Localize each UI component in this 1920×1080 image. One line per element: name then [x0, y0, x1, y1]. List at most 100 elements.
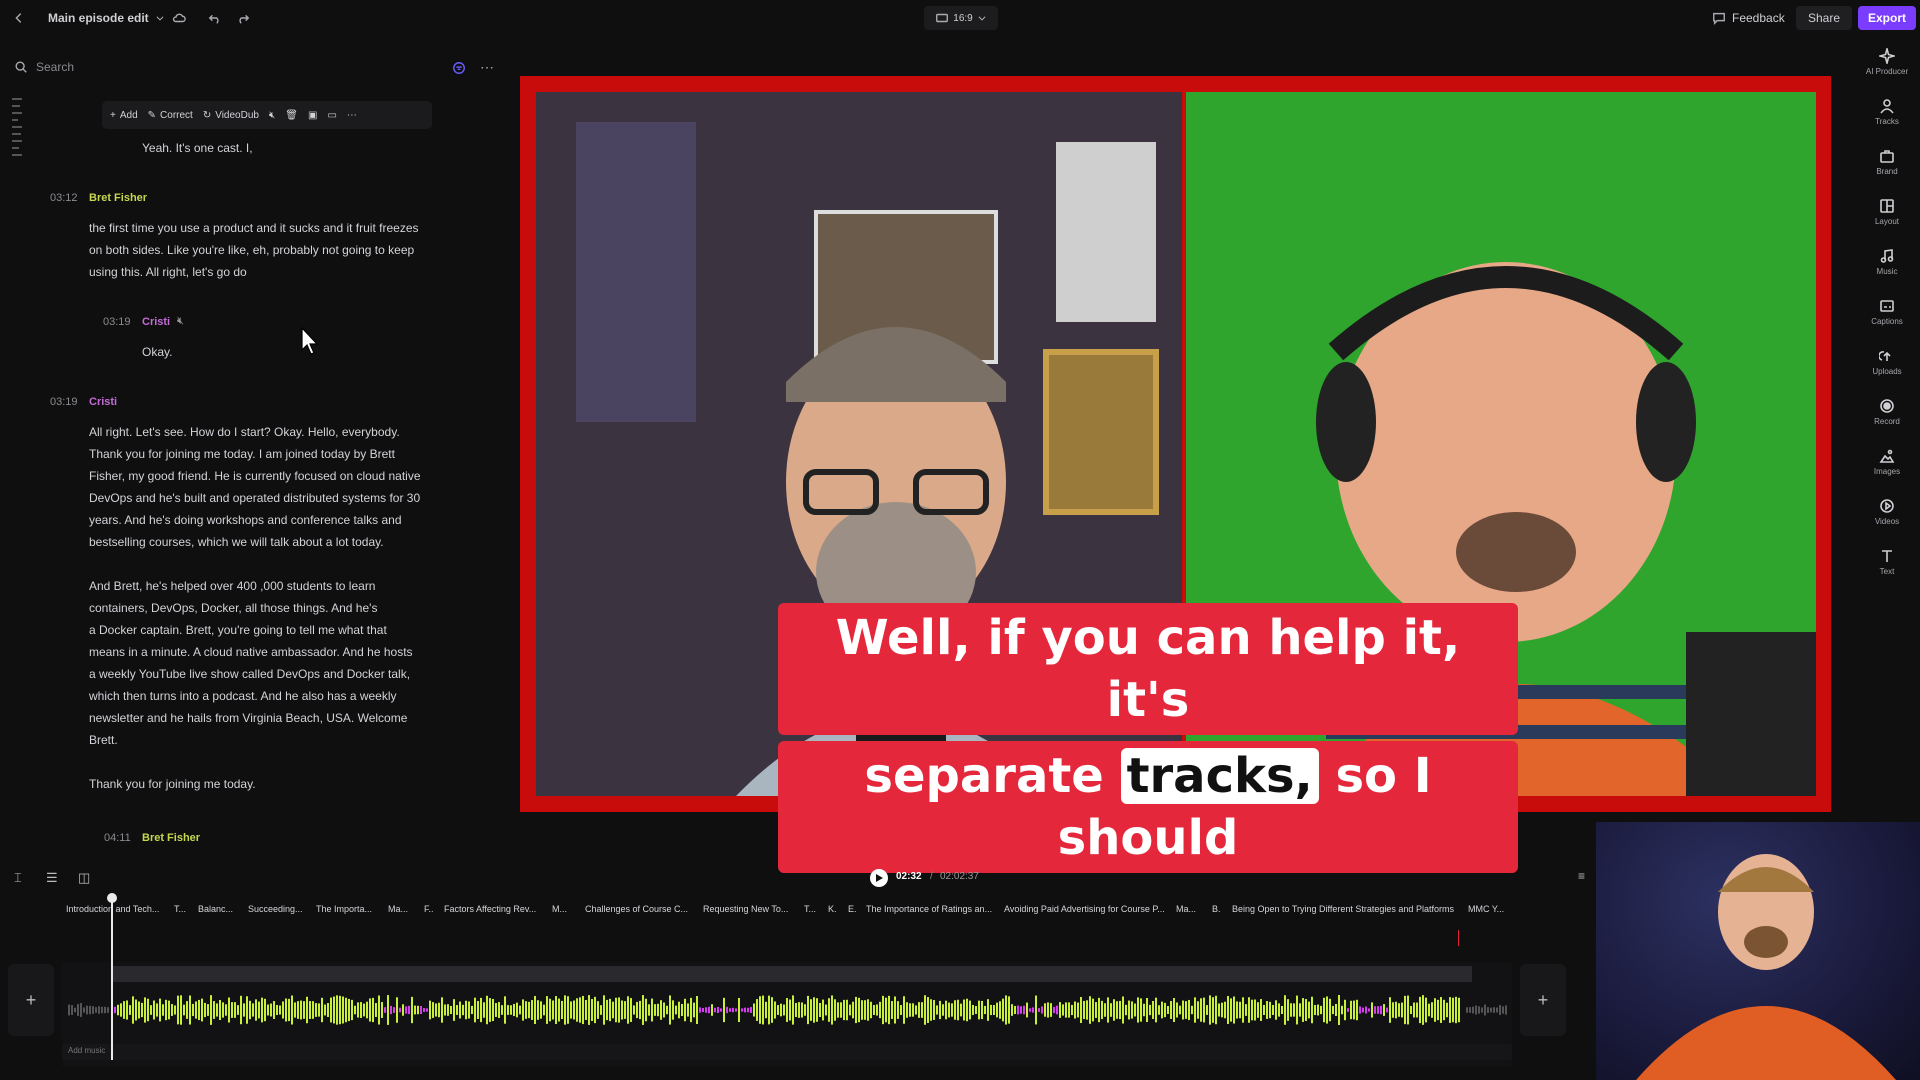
more-options-button[interactable]: ⋯: [480, 60, 494, 74]
split-view-button[interactable]: ⌶: [14, 870, 22, 886]
rail-music[interactable]: Music: [1862, 248, 1912, 276]
feedback-button[interactable]: Feedback: [1712, 6, 1785, 30]
muted-speaker-icon[interactable]: 🔇︎: [177, 315, 184, 328]
waveform-bar: [1374, 1006, 1376, 1014]
caption-overlay[interactable]: Well, if you can help it, it's separate …: [778, 603, 1518, 873]
waveform-bar: [486, 995, 488, 1025]
rail-ai-producer[interactable]: AI Producer: [1862, 48, 1912, 76]
waveform-bar: [447, 1004, 449, 1016]
chapter-marker[interactable]: Being Open to Trying Different Strategie…: [1232, 904, 1454, 914]
aspect-ratio-dropdown[interactable]: 16:9: [924, 6, 998, 30]
correct-button[interactable]: ✎ Correct: [148, 110, 193, 121]
segment-timestamp[interactable]: 03:12: [50, 192, 78, 204]
transcript-segment-text[interactable]: the first time you use a product and it …: [89, 217, 459, 283]
transcript-segment-text[interactable]: Okay.: [142, 341, 512, 363]
filter-button[interactable]: [452, 61, 466, 80]
waveform-bar: [1008, 996, 1010, 1024]
rail-record[interactable]: Record: [1862, 398, 1912, 426]
media-button[interactable]: ▣: [308, 110, 317, 121]
chapter-marker[interactable]: Ma...: [388, 904, 408, 914]
chapter-marker[interactable]: Succeeding...: [248, 904, 303, 914]
rail-text[interactable]: Text: [1862, 548, 1912, 576]
waveform-bar-inactive: [1505, 1005, 1507, 1015]
waveform-bar: [1104, 1003, 1106, 1017]
rail-layout[interactable]: Layout: [1862, 198, 1912, 226]
waveform-bar: [1314, 1004, 1316, 1016]
undo-button[interactable]: [208, 6, 222, 30]
waveform-bar: [225, 1004, 227, 1016]
play-button[interactable]: [870, 869, 888, 887]
delete-button[interactable]: 🗑︎: [285, 110, 298, 121]
export-button[interactable]: Export: [1858, 6, 1916, 30]
rail-brand[interactable]: Brand: [1862, 148, 1912, 176]
redo-button[interactable]: [236, 6, 250, 30]
cloud-sync-button[interactable]: [172, 6, 186, 30]
chapter-marker[interactable]: B.: [1212, 904, 1221, 914]
rail-captions[interactable]: Captions: [1862, 298, 1912, 326]
chapter-marker[interactable]: MMC Y...: [1468, 904, 1504, 914]
waveform-bar: [558, 998, 560, 1022]
waveform-bar: [1185, 1001, 1187, 1019]
waveform-bar: [1284, 995, 1286, 1025]
chapter-marker[interactable]: Factors Affecting Rev...: [444, 904, 536, 914]
rail-label: Music: [1876, 267, 1898, 276]
panel-toggle-button[interactable]: ◫: [78, 870, 90, 886]
chapter-marker[interactable]: M...: [552, 904, 567, 914]
chapter-marker[interactable]: The Importa...: [316, 904, 372, 914]
transcript-intro-line[interactable]: Yeah. It's one cast. I,: [142, 137, 512, 159]
chapter-marker[interactable]: Balanc...: [198, 904, 233, 914]
chapter-marker[interactable]: Avoiding Paid Advertising for Course P..…: [1004, 904, 1165, 914]
chapter-marker[interactable]: F..: [424, 904, 434, 914]
rail-tracks[interactable]: Tracks: [1862, 98, 1912, 126]
waveform-bar: [696, 996, 698, 1024]
chapter-marker[interactable]: Ma...: [1176, 904, 1196, 914]
waveform-bar: [1146, 997, 1148, 1023]
segment-speaker[interactable]: Bret Fisher: [142, 832, 200, 844]
chapter-marker[interactable]: Challenges of Course C...: [585, 904, 688, 914]
chapter-marker[interactable]: Requesting New To...: [703, 904, 788, 914]
waveform-bar: [612, 1001, 614, 1019]
chapter-marker[interactable]: E.: [848, 904, 857, 914]
transcript-segment-text[interactable]: All right. Let's see. How do I start? Ok…: [89, 421, 459, 795]
back-button[interactable]: [12, 6, 26, 30]
waveform-bar: [1428, 1003, 1430, 1017]
waveform-bar: [933, 1000, 935, 1020]
segment-speaker[interactable]: Bret Fisher: [89, 192, 147, 204]
waveform-bar: [459, 1001, 461, 1019]
comment-button[interactable]: ▭: [327, 110, 336, 121]
add-clip-left-button[interactable]: +: [8, 964, 54, 1036]
segment-speaker[interactable]: Cristi: [142, 316, 170, 328]
add-button[interactable]: + Add: [110, 110, 138, 121]
music-track[interactable]: Add music: [62, 1044, 1512, 1060]
segment-speaker[interactable]: Cristi: [89, 396, 117, 408]
chapter-marker[interactable]: K.: [828, 904, 837, 914]
share-button[interactable]: Share: [1796, 6, 1852, 30]
rail-videos[interactable]: Videos: [1862, 498, 1912, 526]
rail-uploads[interactable]: Uploads: [1862, 348, 1912, 376]
chapter-marker[interactable]: T...: [174, 904, 186, 914]
project-title-dropdown[interactable]: Main episode edit: [48, 6, 165, 30]
mute-button[interactable]: 🔇︎: [269, 110, 275, 121]
waveform-bar: [450, 1005, 452, 1015]
waveform-bar: [504, 996, 506, 1024]
waveform-bar: [810, 999, 812, 1021]
video-preview[interactable]: Well, if you can help it, it's separate …: [520, 76, 1831, 873]
chapter-marker[interactable]: The Importance of Ratings an...: [866, 904, 992, 914]
waveform-bar: [1320, 1005, 1322, 1015]
list-view-button[interactable]: ☰: [46, 870, 58, 886]
segment-timestamp[interactable]: 03:19: [103, 316, 131, 328]
add-clip-right-button[interactable]: +: [1520, 964, 1566, 1036]
rail-label: Images: [1873, 467, 1901, 476]
rail-images[interactable]: Images: [1862, 448, 1912, 476]
videodub-button[interactable]: ↻ VideoDub: [203, 110, 259, 121]
playhead[interactable]: [111, 896, 113, 1060]
search-box[interactable]: Search: [14, 60, 74, 74]
captions-toggle-button[interactable]: ≡: [1578, 869, 1585, 883]
chapter-marker[interactable]: T...: [804, 904, 816, 914]
waveform-bar: [945, 1000, 947, 1020]
segment-timestamp[interactable]: 03:19: [50, 396, 78, 408]
waveform-bar: [606, 999, 608, 1021]
transcript-minimap[interactable]: [12, 98, 24, 174]
segment-timestamp[interactable]: 04:11: [104, 832, 131, 844]
toolbar-more-button[interactable]: ⋯: [347, 110, 357, 121]
